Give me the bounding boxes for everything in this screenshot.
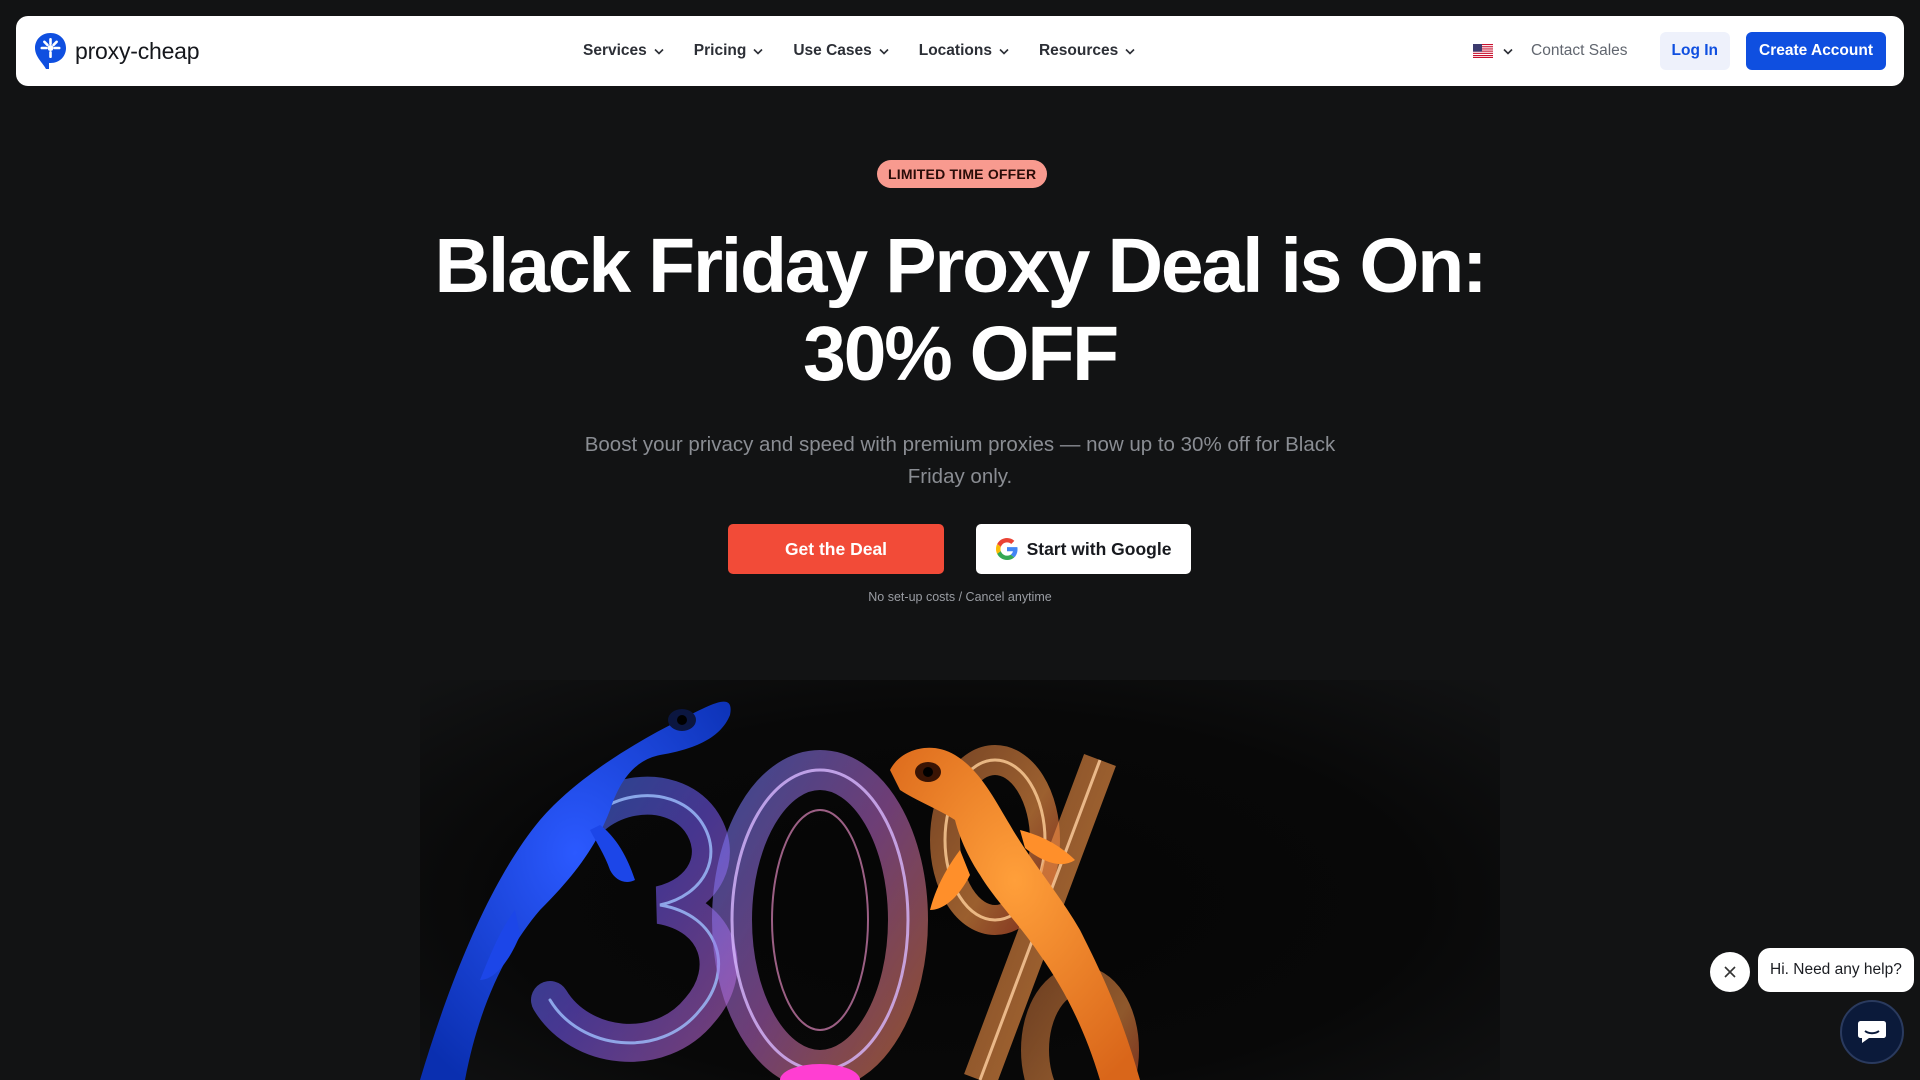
nav-actions: Contact Sales Log In Create Account [1473,16,1886,86]
glass-digit-zero [712,750,928,1080]
nav-use-cases-label: Use Cases [793,42,872,59]
chevron-down-icon [753,48,763,55]
get-the-deal-button[interactable]: Get the Deal [728,524,944,574]
us-flag-icon [1473,44,1494,58]
nav-use-cases[interactable]: Use Cases [793,42,889,60]
brand-name: proxy-cheap [75,37,200,64]
login-button[interactable]: Log In [1659,32,1731,70]
hero-title-line-1: Black Friday Proxy Deal is On: [434,223,1488,309]
nav-pricing[interactable]: Pricing [694,42,764,60]
chevron-down-icon [1503,48,1513,55]
chat-greeting-bubble[interactable]: Hi. Need any help? [1758,948,1914,992]
chat-launcher-button[interactable] [1840,1000,1904,1064]
hero-title: Black Friday Proxy Deal is On: 30% OFF [0,222,1920,398]
nav-pricing-label: Pricing [693,42,747,59]
nav-resources[interactable]: Resources [1039,42,1135,60]
chevron-down-icon [879,48,889,55]
main-nav: Services Pricing Use Cases Locations Res… [583,16,1135,86]
chat-dismiss-button[interactable] [1710,952,1750,992]
nav-services-label: Services [583,42,647,59]
google-icon [995,538,1018,560]
chat-icon [1858,1021,1886,1043]
close-icon [1724,966,1736,978]
black-friday-30-percent-illustration [420,701,1140,1080]
no-setup-costs-note: No set-up costs / Cancel anytime [868,590,1052,604]
start-with-google-button[interactable]: Start with Google [976,524,1191,574]
create-account-button[interactable]: Create Account [1746,32,1886,70]
proxy-cheap-logo-icon [35,33,66,69]
hero-artwork [420,680,1500,1080]
chevron-down-icon [654,48,664,55]
limited-offer-badge: LIMITED TIME OFFER [877,160,1048,188]
hero-subtitle: Boost your privacy and speed with premiu… [584,433,1336,488]
hero-title-line-2: 30% OFF [802,311,1119,397]
contact-sales-link[interactable]: Contact Sales [1531,42,1628,60]
start-with-google-label: Start with Google [1026,538,1172,559]
nav-locations-label: Locations [918,42,992,59]
chevron-down-icon [999,48,1009,55]
brand-logo-link[interactable]: proxy-cheap [34,32,200,70]
nav-services[interactable]: Services [583,42,664,60]
nav-locations[interactable]: Locations [919,42,1009,60]
language-selector[interactable] [1473,44,1513,58]
top-navbar: proxy-cheap Services Pricing Use Cases L… [16,16,1904,86]
chevron-down-icon [1125,48,1135,55]
nav-resources-label: Resources [1038,42,1119,59]
